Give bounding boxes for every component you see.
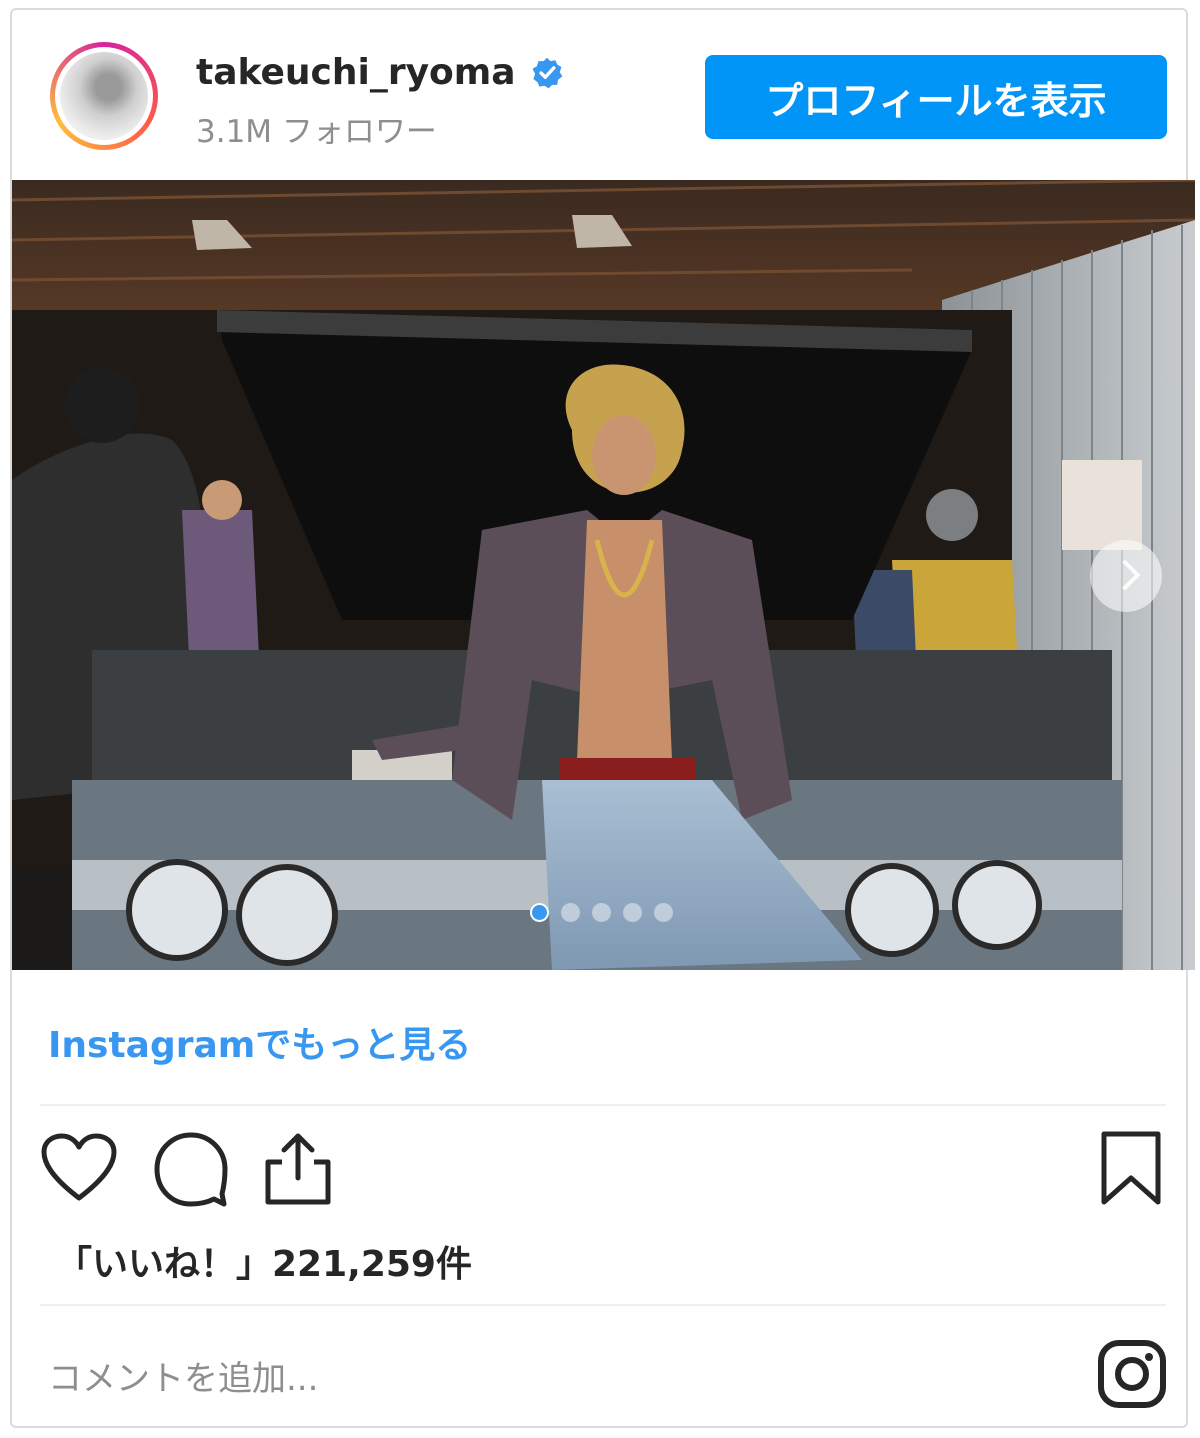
instagram-logo-icon[interactable]: [1096, 1338, 1168, 1410]
verified-badge-icon: [532, 57, 562, 88]
heart-icon[interactable]: [40, 1132, 118, 1204]
comment-icon[interactable]: [152, 1130, 230, 1208]
username-row[interactable]: takeuchi_ryoma: [196, 52, 564, 93]
view-more-on-instagram-link[interactable]: Instagramでもっと見る: [48, 1016, 471, 1068]
bookmark-icon[interactable]: [1098, 1130, 1164, 1208]
share-icon[interactable]: [262, 1130, 334, 1206]
divider: [40, 1104, 1166, 1106]
post-photo-illustration: [12, 180, 1195, 970]
carousel-dot: [623, 903, 642, 922]
username[interactable]: takeuchi_ryoma: [196, 52, 516, 93]
post-image[interactable]: [12, 180, 1195, 970]
carousel-dot: [654, 903, 673, 922]
like-count[interactable]: 「いいね！」221,259件: [56, 1235, 472, 1287]
divider: [40, 1304, 1166, 1306]
follower-count: 3.1M フォロワー: [196, 114, 437, 150]
carousel-indicator: [530, 903, 673, 922]
carousel-dot: [592, 903, 611, 922]
next-image-arrow-icon[interactable]: [1090, 540, 1162, 612]
view-profile-button[interactable]: プロフィールを表示: [705, 55, 1167, 139]
carousel-dot-active: [530, 903, 549, 922]
carousel-dot: [561, 903, 580, 922]
avatar[interactable]: [50, 42, 158, 150]
comment-input[interactable]: [46, 1350, 1050, 1408]
avatar-image: [60, 52, 148, 140]
